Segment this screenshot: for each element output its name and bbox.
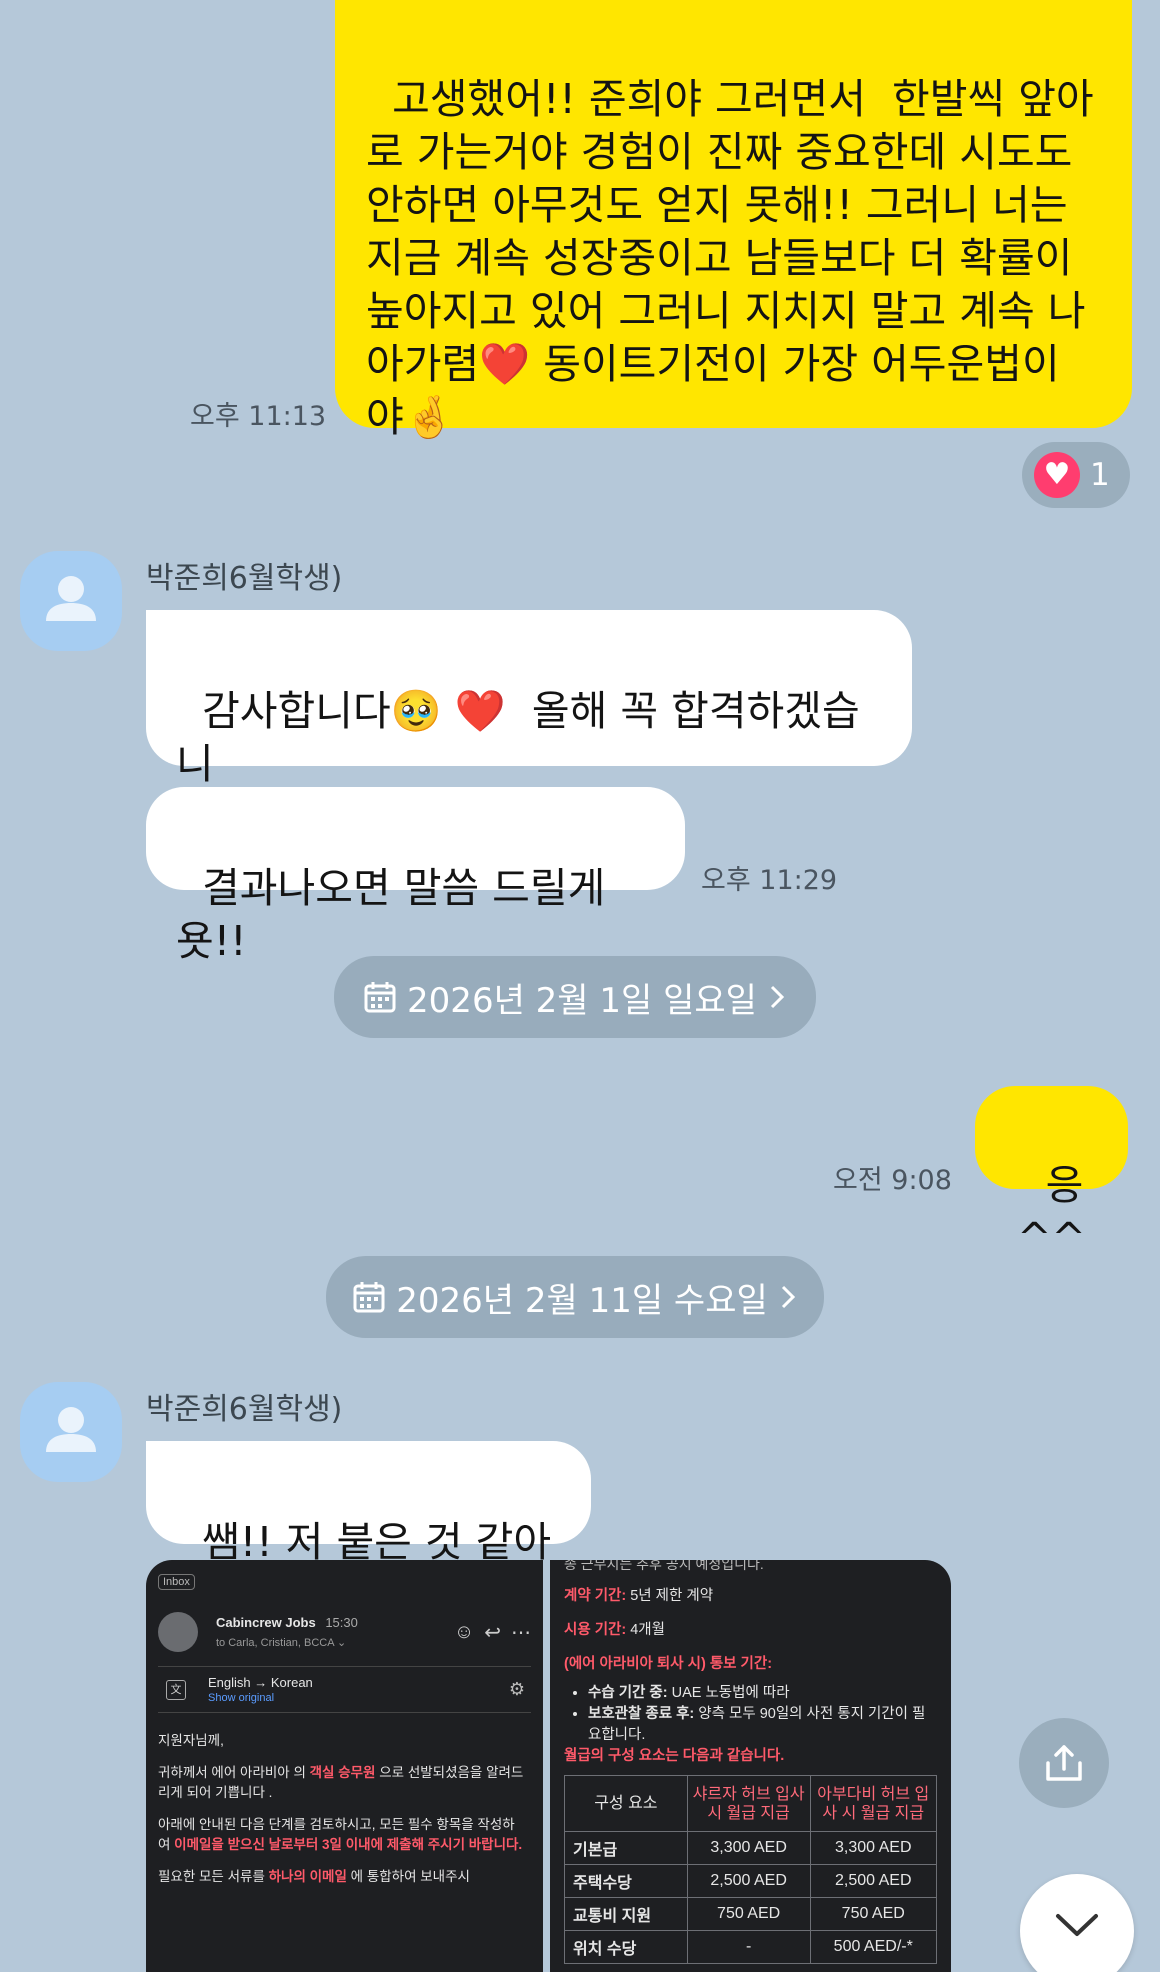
date-label: 2026년 2월 1일 일요일 [407, 980, 757, 1021]
share-button[interactable] [1019, 1718, 1109, 1808]
date-label: 2026년 2월 11일 수요일 [396, 1280, 768, 1321]
doc-text: 종 근무지는 추후 공지 예정입니다. [564, 1560, 764, 1572]
table-row: 주택수당 2,500 AED 2,500 AED [564, 1864, 937, 1898]
table-row: 교통비 지원 750 AED 750 AED [564, 1897, 937, 1931]
person-icon [46, 576, 96, 621]
email-paragraph: 아래에 안내된 다음 단계를 검토하시고, 모든 필수 항목을 작성하여 이메일… [158, 1817, 523, 1852]
translate-icon: 文 [166, 1679, 186, 1700]
received-message-bubble[interactable]: 감사합니다🥹 ❤️ 올해 꼭 합격하겠습니 다💪 [146, 610, 912, 841]
photo-email-screenshot[interactable]: Inbox Cabincrew Jobs 15:30 to Carla, Cri… [146, 1560, 543, 1972]
share-icon [1046, 1745, 1082, 1781]
date-divider[interactable]: 2026년 2월 1일 일요일 [334, 956, 816, 1038]
email-from: Cabincrew Jobs [216, 1615, 316, 1630]
salary-table: 구성 요소 샤르자 허브 입사 시 월급 지급 아부다비 허브 입사 시 월급 … [564, 1775, 937, 1964]
email-time: 15:30 [325, 1615, 358, 1630]
email-paragraph: 귀하께서 에어 아라비아 의 객실 승무원 으로 선발되셨음을 알려드리게 되어… [158, 1765, 524, 1800]
inbox-tag: Inbox [158, 1574, 195, 1590]
person-icon [46, 1407, 96, 1452]
message-text: 결과나오면 말씀 드릴게욧!! [176, 864, 606, 965]
notice-item: 보호관찰 종료 후: 양측 모두 90일의 사전 통지 기간이 필요합니다. [588, 1704, 937, 1746]
chevron-right-icon [770, 985, 785, 1009]
avatar[interactable] [20, 551, 122, 651]
chevron-down-icon [1056, 1914, 1098, 1936]
my-message-bubble[interactable]: 고생했어!! 준희야 그러면서 한발씩 앞아 로 가는거야 경험이 진짜 중요한… [335, 0, 1132, 441]
reply-icon: ↩ [484, 1621, 501, 1644]
contract-term: 계약 기간: 5년 제한 계약 [564, 1588, 714, 1604]
table-header: 구성 요소 [564, 1775, 688, 1832]
email-to: to Carla, Cristian, BCCA ⌄ [216, 1637, 347, 1649]
chevron-right-icon [781, 1285, 795, 1309]
heart-icon: ♥ [1034, 452, 1080, 498]
calendar-icon [364, 982, 396, 1013]
salary-heading: 월급의 구성 요소는 다음과 같습니다. [564, 1748, 785, 1764]
probation-term: 시용 기간: 4개월 [564, 1622, 665, 1638]
email-greeting: 지원자님께, [158, 1733, 224, 1748]
show-original-link: Show original [208, 1692, 275, 1704]
more-icon: ⋯ [511, 1621, 531, 1644]
notice-heading: (에어 아라비아 퇴사 시) 통보 기간: [564, 1656, 773, 1672]
date-divider[interactable]: 2026년 2월 11일 수요일 [326, 1256, 824, 1338]
my-message-bubble[interactable]: 응^^ [975, 1086, 1128, 1262]
message-time: 오후 11:13 [190, 401, 327, 432]
message-text: 응^^ [1017, 1161, 1086, 1262]
reaction-count: 1 [1090, 457, 1110, 493]
sender-name: 박준희6월학생) [146, 1392, 343, 1427]
table-header: 아부다비 허브 입사 시 월급 지급 [809, 1775, 937, 1832]
message-time: 오전 9:08 [833, 1165, 952, 1196]
received-message-bubble[interactable]: 결과나오면 말씀 드릴게욧!! [146, 787, 685, 965]
calendar-icon [353, 1282, 385, 1313]
table-header: 샤르자 허브 입사 시 월급 지급 [686, 1775, 811, 1832]
table-row: 기본급 3,300 AED 3,300 AED [564, 1831, 937, 1865]
reaction-badge[interactable]: ♥ 1 [1022, 442, 1130, 508]
scroll-to-bottom-button[interactable] [1020, 1874, 1134, 1972]
email-paragraph: 필요한 모든 서류를 하나의 이메일 에 통합하여 보내주시 [158, 1869, 470, 1884]
translate-direction: English → Korean [208, 1675, 313, 1690]
table-row: 위치 수당 - 500 AED/-* [564, 1930, 937, 1964]
avatar[interactable] [20, 1382, 122, 1482]
sender-avatar [158, 1612, 198, 1652]
settings-icon: ⚙ [508, 1679, 525, 1699]
emoji-icon: ☺ [453, 1620, 475, 1643]
received-message-bubble[interactable]: 쌤!! 저 붙은 것 같아요 [146, 1441, 591, 1619]
photo-contract-screenshot[interactable]: 종 근무지는 추후 공지 예정입니다. 계약 기간: 5년 제한 계약 시용 기… [550, 1560, 951, 1972]
table-header-row: 구성 요소 샤르자 허브 입사 시 월급 지급 아부다비 허브 입사 시 월급 … [564, 1775, 937, 1832]
message-text: 고생했어!! 준희야 그러면서 한발씩 앞아 로 가는거야 경험이 진짜 중요한… [366, 75, 1094, 441]
message-time: 오후 11:29 [701, 865, 838, 896]
notice-item: 수습 기간 중: UAE 노동법에 따라 [588, 1683, 937, 1704]
sender-name: 박준희6월학생) [146, 561, 343, 596]
